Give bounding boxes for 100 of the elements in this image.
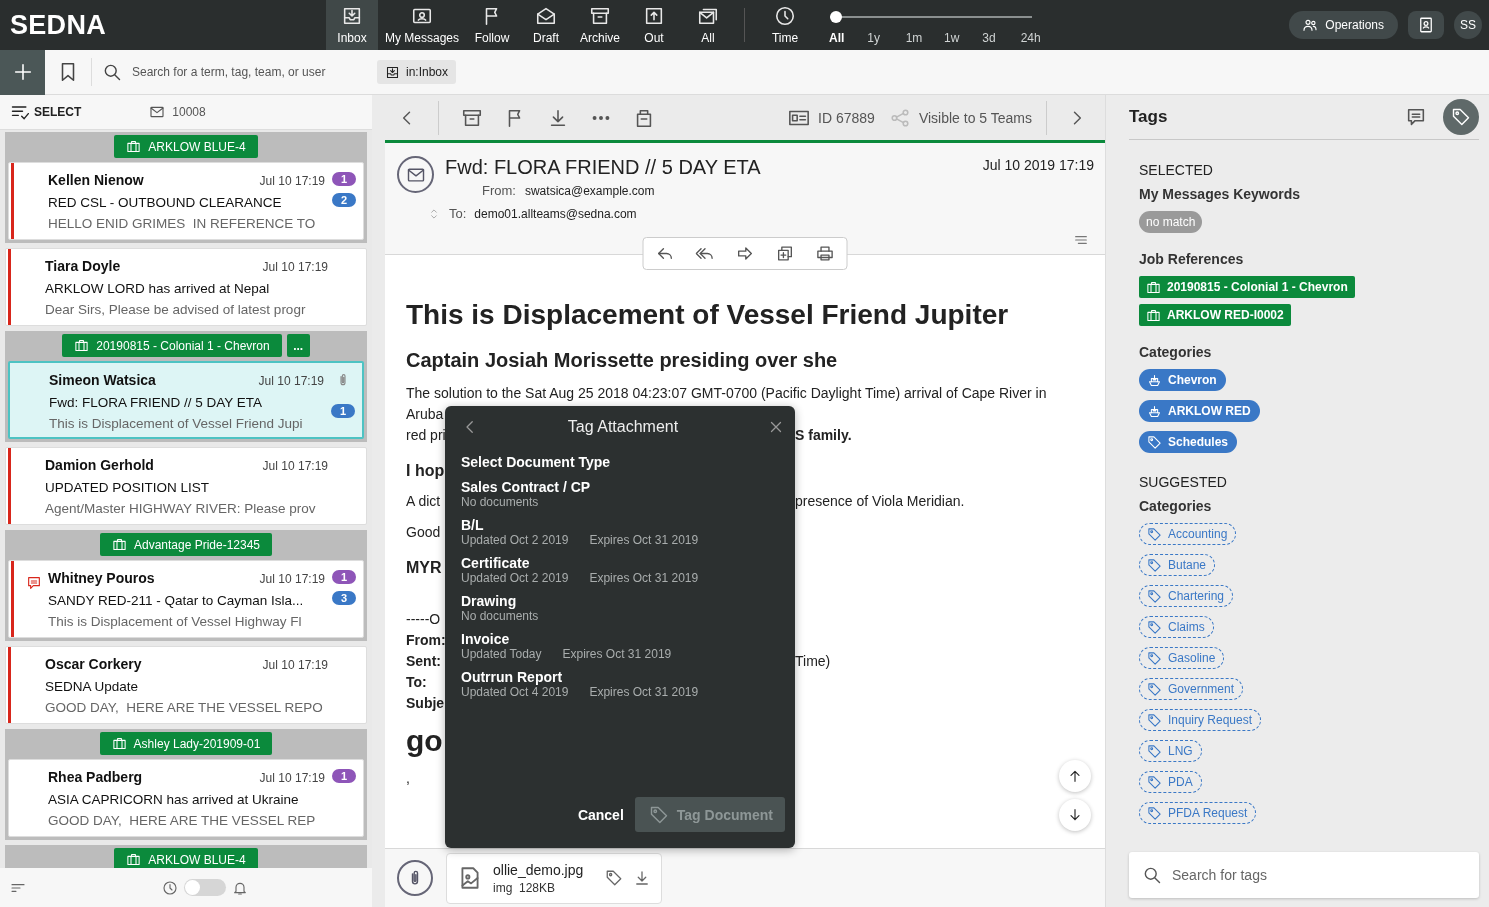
- people-icon: [1302, 17, 1319, 33]
- message-card[interactable]: Kellen Nienow Jul 10 17:19 RED CSL - OUTBOUND CLEARANCE HELLO ENID GRIMES IN REFERENCE TO 1 2: [8, 162, 364, 240]
- count-badge: 2: [332, 193, 356, 207]
- forward-icon[interactable]: [735, 244, 755, 263]
- tags-button[interactable]: [1443, 99, 1479, 135]
- tag-icon: [1147, 681, 1162, 697]
- panel-title: Tags: [1129, 107, 1168, 127]
- operations-button[interactable]: Operations: [1289, 11, 1398, 39]
- message-preview: GOOD DAY, HERE ARE THE VESSEL REPO: [45, 699, 324, 717]
- body-text: Time): [795, 652, 831, 671]
- document-type-option[interactable]: Sales Contract / CP No documents: [461, 479, 785, 509]
- search-field[interactable]: Search for a term, tag, team, or user: [130, 64, 365, 80]
- message-id: ID 67889: [818, 109, 875, 126]
- body-text: S family.: [795, 426, 852, 445]
- time-range-option[interactable]: 1y: [867, 30, 906, 45]
- tag-chip[interactable]: Chevron: [1139, 369, 1226, 391]
- message-subject: SEDNA Update: [45, 678, 140, 696]
- message-card[interactable]: Oscar Corkery Jul 10 17:19 SEDNA Update GOOD DAY, HERE ARE THE VESSEL REPO: [5, 646, 367, 724]
- sender-name: Tiara Doyle: [45, 257, 121, 276]
- message-subject: SANDY RED-211 - Qatar to Cayman Isla...: [48, 592, 305, 610]
- copy-icon[interactable]: [775, 244, 795, 263]
- group-title: My Messages Keywords: [1139, 185, 1302, 203]
- time-range-option[interactable]: 1m: [905, 30, 944, 45]
- time-range-option[interactable]: 3d: [982, 30, 1021, 45]
- nav-tab[interactable]: Draft: [520, 0, 573, 50]
- nav-tab[interactable]: Inbox: [326, 0, 378, 50]
- tag-chip[interactable]: ARKLOW RED: [1139, 400, 1260, 422]
- document-type-option[interactable]: Outrrun Report Updated Oct 4 2019 Expires Oct 31 2019: [461, 669, 785, 699]
- sender-name: Kellen Nienow: [48, 171, 144, 190]
- job-reference-tag[interactable]: ARKLOW BLUE-4: [114, 135, 258, 158]
- tag-icon[interactable]: [605, 869, 624, 887]
- body-text: Subje: [406, 694, 445, 713]
- message-card[interactable]: Damion Gerhold Jul 10 17:19 UPDATED POSITION LIST Agent/Master HIGHWAY RIVER: Please prov: [5, 447, 367, 525]
- attach-button[interactable]: [397, 860, 433, 896]
- document-type-option[interactable]: Invoice Updated Today Expires Oct 31 2019: [461, 631, 785, 661]
- job-reference-tag[interactable]: Advantage Pride-12345: [99, 533, 273, 556]
- cancel-button[interactable]: Cancel: [577, 806, 624, 823]
- clock-icon: [774, 5, 797, 27]
- nav-tab[interactable]: Out: [628, 0, 681, 50]
- sender-name: Damion Gerhold: [45, 456, 154, 475]
- comment-icon[interactable]: [1405, 106, 1427, 128]
- nav-tab[interactable]: My Messages: [380, 0, 465, 50]
- tag-icon: [1147, 619, 1162, 635]
- body-text: -----O: [406, 610, 441, 629]
- print-icon[interactable]: [815, 244, 835, 263]
- tag-chip[interactable]: Schedules: [1139, 431, 1238, 453]
- job-reference-tag[interactable]: 20190815 - Colonial 1 - Chevron: [62, 334, 282, 357]
- briefcase-icon: [111, 736, 127, 751]
- body-text: I hop: [406, 461, 445, 481]
- select-button[interactable]: SELECT: [10, 102, 82, 122]
- body-text: go: [406, 724, 443, 758]
- message-time: Jul 10 17:19: [262, 458, 328, 475]
- more-button[interactable]: ...: [286, 334, 310, 357]
- briefcase-icon: [126, 852, 142, 867]
- tag-icon: [1147, 588, 1162, 604]
- group-title: Categories: [1139, 343, 1213, 361]
- body-text: presence of Viola Meridian.: [795, 492, 965, 511]
- document-type-option[interactable]: B/L Updated Oct 2 2019 Expires Oct 31 2019: [461, 517, 785, 547]
- message-preview: Agent/Master HIGHWAY RIVER: Please prov: [45, 500, 317, 518]
- comment-icon: [26, 575, 42, 591]
- from-label: From:: [482, 183, 516, 198]
- profile-button[interactable]: [1408, 11, 1444, 39]
- toggle-switch[interactable]: [184, 879, 226, 896]
- message-preview: This is Displacement of Vessel Highway Fl: [48, 613, 303, 631]
- attachment-card[interactable]: ollie_demo.jpg img 128KB: [446, 852, 663, 904]
- recipient-address: demo01.allteams@sedna.com: [474, 206, 637, 221]
- job-reference-tag[interactable]: Ashley Lady-201909-01: [99, 732, 273, 755]
- down-arrow-icon: [1067, 807, 1083, 823]
- document-type-option[interactable]: Drawing No documents: [461, 593, 785, 623]
- user-avatar[interactable]: SS: [1454, 11, 1482, 39]
- count-badge: 1: [332, 172, 356, 186]
- nav-tab[interactable]: Follow: [466, 0, 519, 50]
- job-reference-tag[interactable]: ARKLOW BLUE-4: [114, 848, 258, 868]
- message-card[interactable]: Whitney Pouros Jul 10 17:19 SANDY RED-211 - Qatar to Cayman Isla... This is Displacement of Vessel Highway Fl 1 3: [8, 560, 364, 638]
- search-icon: [1142, 865, 1162, 885]
- message-time: Jul 10 17:19: [259, 770, 325, 787]
- attachment-meta: img 128KB: [493, 880, 557, 895]
- visibility-label[interactable]: Visible to 5 Teams: [918, 109, 1032, 126]
- tag-icon: [1451, 107, 1471, 127]
- group-title: Job References: [1139, 250, 1245, 268]
- message-time: Jul 10 17:19: [259, 571, 325, 588]
- message-card[interactable]: Tiara Doyle Jul 10 17:19 ARKLOW LORD has arrived at Nepal Dear Sirs, Please be advised of latest progr: [5, 248, 367, 326]
- job-reference-tag[interactable]: ARKLOW RED-I0002: [1139, 304, 1291, 326]
- tag-search-field[interactable]: Search for tags: [1129, 852, 1479, 898]
- slider-thumb[interactable]: [830, 10, 843, 23]
- message-card[interactable]: Rhea Padberg Jul 10 17:19 ASIA CAPRICORN has arrived at Ukraine GOOD DAY, HERE ARE THE VESSEL REP 1: [8, 759, 364, 837]
- message-card[interactable]: Simeon Watsica Jul 10 17:19 Fwd: FLORA FRIEND // 5 DAY ETA This is Displacement of Vessel Friend Jupi 1: [8, 361, 364, 439]
- time-range-option[interactable]: 24h: [1020, 30, 1059, 45]
- time-range-option[interactable]: All: [829, 30, 868, 45]
- time-range-option[interactable]: 1w: [944, 30, 983, 45]
- time-button[interactable]: Time: [759, 0, 812, 50]
- add-button[interactable]: [0, 49, 45, 95]
- nav-tab[interactable]: Archive: [574, 0, 627, 50]
- nav-tab[interactable]: All: [682, 0, 735, 50]
- tag-icon: [1147, 712, 1162, 728]
- filter-chip[interactable]: in:Inbox: [377, 60, 457, 84]
- message-time: Jul 10 17:19: [258, 373, 324, 390]
- job-reference-tag[interactable]: 20190815 - Colonial 1 - Chevron: [1139, 276, 1355, 298]
- mail-subject: Fwd: FLORA FRIEND // 5 DAY ETA: [445, 156, 761, 179]
- document-type-option[interactable]: Certificate Updated Oct 2 2019 Expires Oct 31 2019: [461, 555, 785, 585]
